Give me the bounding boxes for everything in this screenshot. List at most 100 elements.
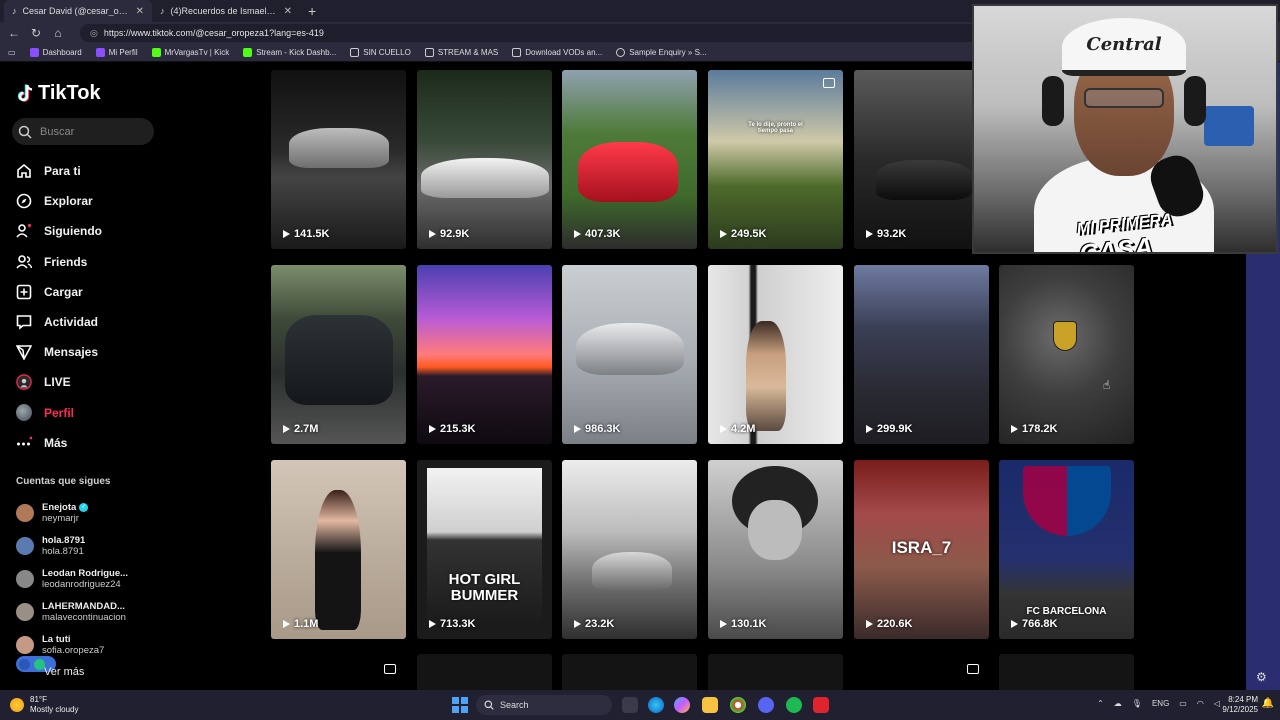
video-card[interactable]: 141.5K xyxy=(271,70,406,249)
car-thumbnail xyxy=(576,323,684,375)
nav-friends[interactable]: Friends xyxy=(16,247,102,277)
search-box[interactable] xyxy=(12,118,154,145)
video-card[interactable]: 93.2K xyxy=(854,70,989,249)
back-icon[interactable]: ← xyxy=(8,26,20,40)
following-item[interactable]: Leodan Rodrigue... leodanrodriguez24 xyxy=(16,562,128,595)
video-card[interactable]: 92.9K xyxy=(417,70,552,249)
video-card[interactable]: 215.3K xyxy=(417,265,552,444)
taskbar-search[interactable]: Search xyxy=(476,695,612,715)
bookmark-kick-dashboard[interactable]: Stream - Kick Dashb... xyxy=(243,48,336,57)
tiktok-favicon-icon: ♪ xyxy=(160,6,165,16)
car-thumbnail xyxy=(421,158,549,198)
see-more-link[interactable]: Ver más xyxy=(44,666,84,678)
recording-app-icon[interactable] xyxy=(813,697,829,713)
notification-bell-icon[interactable]: 🔔 xyxy=(1262,698,1274,709)
settings-gear-icon[interactable]: ⚙ xyxy=(1256,670,1267,684)
photo-carousel-icon xyxy=(823,78,835,88)
video-card-placeholder xyxy=(417,654,552,690)
kick-icon xyxy=(151,48,161,57)
tiktok-logo[interactable]: TikTok xyxy=(16,82,101,105)
wifi-icon[interactable]: ◠ xyxy=(1197,699,1204,708)
video-card[interactable]: FC BARCELONA 766.8K xyxy=(999,460,1134,639)
close-tab-icon[interactable]: ✕ xyxy=(284,6,292,17)
view-count: 1.1M xyxy=(283,618,318,630)
video-card[interactable]: 2.7M xyxy=(271,265,406,444)
volume-icon[interactable]: ◁ xyxy=(1214,699,1220,708)
bookmark-sample[interactable]: Sample Enquiry » S... xyxy=(616,48,707,57)
avatar xyxy=(16,635,34,654)
nav-mas[interactable]: Más xyxy=(16,428,102,458)
person-thumbnail xyxy=(315,490,361,630)
video-card[interactable]: 23.2K xyxy=(562,460,697,639)
play-icon xyxy=(866,620,873,628)
video-card[interactable]: Te lo dije, pronto el tiempo pasa 249.5K xyxy=(708,70,843,249)
video-card[interactable]: 407.3K xyxy=(562,70,697,249)
video-card[interactable]: 986.3K xyxy=(562,265,697,444)
tab-recuerdos[interactable]: ♪ (4)Recuerdos de Ismael Casillas y ✕ xyxy=(152,0,300,22)
tray-overflow-icon[interactable]: ⌃ xyxy=(1097,699,1104,708)
following-item[interactable]: Enejota ✓ neymarjr xyxy=(16,496,128,529)
following-item[interactable]: hola.8791 hola.8791 xyxy=(16,529,128,562)
address-bar[interactable]: ◎ https://www.tiktok.com/@cesar_oropeza1… xyxy=(80,24,1000,42)
tiktok-favicon-icon: ♪ xyxy=(12,6,17,16)
avatar xyxy=(16,503,34,522)
new-tab-icon[interactable]: + xyxy=(300,3,324,19)
play-icon xyxy=(574,425,581,433)
taskbar-clock[interactable]: 8:24 PM 9/12/2025 xyxy=(1222,695,1258,715)
bookmarks-menu-icon[interactable]: ▭ xyxy=(8,48,16,57)
album-cover xyxy=(427,468,542,628)
video-card[interactable]: 178.2K xyxy=(999,265,1134,444)
following-item[interactable]: LAHERMANDAD... malavecontinuacion xyxy=(16,595,128,628)
onedrive-cloud-icon[interactable]: ☁ xyxy=(1114,699,1122,708)
cursor-icon: ☝ xyxy=(1103,378,1111,392)
headphones-left xyxy=(1042,76,1064,126)
video-card[interactable]: 1.1M xyxy=(271,460,406,639)
folder-icon xyxy=(424,48,434,57)
tab-title: (4)Recuerdos de Ismael Casillas y xyxy=(170,6,278,16)
tab-cesar-david[interactable]: ♪ Cesar David (@cesar_oropeza1) | ✕ xyxy=(4,0,152,22)
car-thumbnail xyxy=(876,160,972,200)
site-info-icon[interactable]: ◎ xyxy=(90,28,98,39)
bookmark-vods[interactable]: Download VODs an... xyxy=(512,48,602,57)
video-card-placeholder xyxy=(708,654,843,690)
windows-start-icon[interactable] xyxy=(452,697,468,713)
nav-explorar[interactable]: Explorar xyxy=(16,186,102,216)
spotify-icon[interactable] xyxy=(786,697,802,713)
copilot-icon[interactable] xyxy=(674,697,690,713)
microphone-icon[interactable]: 🎙 xyxy=(1132,699,1142,708)
person-thumbnail xyxy=(748,500,802,560)
bookmark-stream[interactable]: STREAM & MAS xyxy=(424,48,498,57)
discord-icon[interactable] xyxy=(758,697,774,713)
nav-para-ti[interactable]: Para ti xyxy=(16,156,102,186)
task-view-icon[interactable] xyxy=(622,697,638,713)
language-indicator[interactable]: ENG xyxy=(1152,699,1169,708)
system-tray: ⌃ ☁ 🎙 ENG ▭ ◠ ◁ xyxy=(1097,699,1220,708)
bookmark-sin-cuello[interactable]: SIN CUELLO xyxy=(350,48,411,57)
nav-actividad[interactable]: Actividad xyxy=(16,307,102,337)
close-tab-icon[interactable]: ✕ xyxy=(136,6,144,17)
nav-siguiendo[interactable]: Siguiendo xyxy=(16,216,102,246)
nav-live[interactable]: LIVE xyxy=(16,367,102,397)
video-card[interactable]: ISRA_7 220.6K xyxy=(854,460,989,639)
monitor-icon[interactable]: ▭ xyxy=(1179,699,1187,708)
messages-icon xyxy=(16,344,32,361)
video-card[interactable]: 130.1K xyxy=(708,460,843,639)
fc-barcelona-crest-icon xyxy=(1023,466,1111,536)
home-browser-icon[interactable]: ⌂ xyxy=(52,26,64,40)
nav-mensajes[interactable]: Mensajes xyxy=(16,337,102,367)
edge-browser-icon[interactable] xyxy=(648,697,664,713)
view-count: 2.7M xyxy=(283,423,318,435)
nav-cargar[interactable]: Cargar xyxy=(16,277,102,307)
video-card[interactable]: 299.9K xyxy=(854,265,989,444)
bookmark-dashboard[interactable]: Dashboard xyxy=(29,48,82,57)
weather-widget[interactable]: 81°F Mostly cloudy xyxy=(10,695,78,715)
chrome-icon[interactable] xyxy=(730,697,746,713)
file-explorer-icon[interactable] xyxy=(702,697,718,713)
nav-perfil[interactable]: Perfil xyxy=(16,398,102,428)
reload-icon[interactable]: ↻ xyxy=(30,26,42,40)
video-card[interactable]: HOT GIRL BUMMER 713.3K xyxy=(417,460,552,639)
bookmark-kick[interactable]: MrVargasTv | Kick xyxy=(151,48,229,57)
video-card[interactable]: 4.2M xyxy=(708,265,843,444)
search-input[interactable] xyxy=(40,125,140,138)
bookmark-mi-perfil[interactable]: Mi Perfil xyxy=(95,48,138,57)
